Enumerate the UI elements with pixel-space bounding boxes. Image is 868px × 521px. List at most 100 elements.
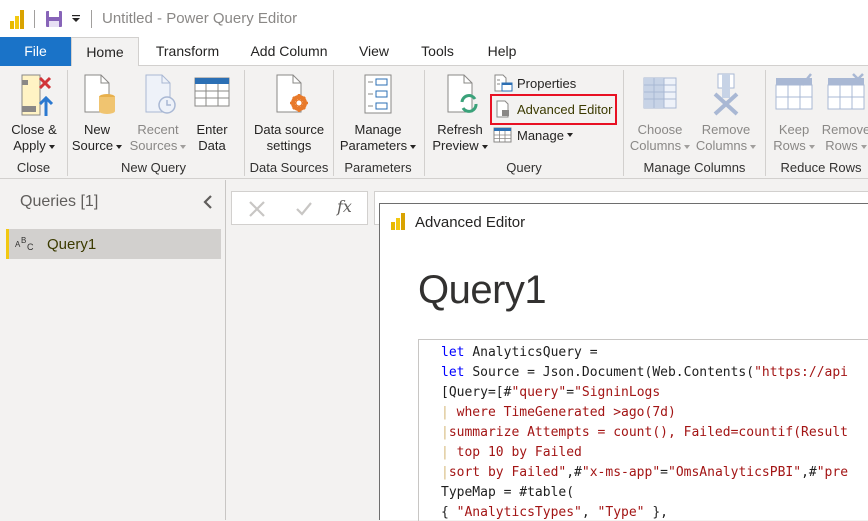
code-text: |summarize Attempts = count(), Failed=co…: [441, 425, 848, 440]
caret-down-icon: [481, 144, 488, 149]
power-bi-logo-icon: [10, 9, 24, 29]
query-name: Query1: [47, 235, 97, 253]
queries-pane: Queries [1] A B C Query1: [0, 180, 226, 520]
enter-data-icon: [194, 77, 230, 107]
close-apply-button[interactable]: Close & Apply: [4, 70, 64, 154]
tab-tools[interactable]: Tools: [410, 37, 465, 66]
advanced-editor-highlight: [490, 94, 617, 125]
ribbon-group-data-sources: Data source settings Data Sources: [245, 66, 333, 179]
caret-down-icon: [860, 144, 867, 149]
manage-parameters-icon: [364, 74, 392, 114]
new-source-label-2: Source: [71, 138, 114, 153]
new-source-button[interactable]: New Source: [70, 70, 124, 154]
close-apply-label-2: Apply: [13, 138, 46, 153]
power-bi-logo-icon: [391, 212, 405, 230]
fx-icon[interactable]: fx: [337, 197, 355, 216]
remove-columns-button[interactable]: Remove Columns: [694, 70, 758, 154]
customize-quick-access-icon[interactable]: [71, 14, 81, 24]
window-title: Untitled - Power Query Editor: [102, 10, 298, 27]
enter-data-button[interactable]: Enter Data: [190, 70, 234, 154]
code-text: |sort by Failed",#"x-ms-app"="OmsAnalyti…: [441, 465, 849, 480]
remove-rows-label-2: Rows: [825, 138, 858, 153]
caret-down-icon: [684, 144, 691, 149]
new-source-label: New: [83, 122, 110, 137]
ribbon-group-parameters: Manage Parameters Parameters: [334, 66, 422, 179]
choose-columns-icon: [643, 77, 677, 109]
manage-table-icon: [493, 127, 512, 143]
data-source-settings-button[interactable]: Data source settings: [247, 70, 331, 154]
cancel-x-icon[interactable]: [248, 200, 266, 218]
save-icon[interactable]: [45, 10, 63, 28]
properties-label: Properties: [517, 75, 577, 91]
caret-down-icon: [180, 144, 187, 149]
tab-file[interactable]: File: [0, 37, 71, 66]
code-line: |summarize Attempts = count(), Failed=co…: [441, 423, 848, 443]
remove-columns-label: Remove: [701, 122, 751, 137]
recent-sources-label: Recent: [137, 122, 179, 137]
manage-parameters-button[interactable]: Manage Parameters: [336, 70, 420, 154]
ribbon-group-new-query: New Source Recent Sources Enter Data New…: [68, 66, 239, 179]
manage-label: Manage: [517, 127, 564, 143]
code-text: | top 10 by Failed: [441, 445, 582, 460]
ribbon: Close & Apply Close New Source Recent So…: [0, 66, 868, 179]
query-heading: Query1: [418, 268, 547, 312]
commit-check-icon[interactable]: [295, 200, 313, 218]
choose-columns-button[interactable]: Choose Columns: [628, 70, 692, 154]
tab-view[interactable]: View: [345, 37, 403, 66]
properties-icon: [494, 74, 513, 92]
keep-rows-icon: [775, 73, 813, 110]
group-label-new-query: New Query: [120, 160, 187, 175]
caret-down-icon: [48, 144, 55, 149]
group-label-manage-columns: Manage Columns: [643, 160, 746, 175]
refresh-preview-button[interactable]: Refresh Preview: [431, 70, 489, 154]
refresh-preview-icon: [447, 74, 478, 113]
enter-data-label: Enter: [196, 122, 228, 137]
refresh-preview-label-2: Preview: [432, 138, 479, 153]
properties-button[interactable]: Properties: [493, 72, 576, 94]
manage-parameters-label-2: Parameters: [339, 138, 408, 153]
queries-pane-title: Queries [1]: [20, 193, 99, 210]
abc-text-icon: A B C: [15, 236, 34, 252]
code-line: | top 10 by Failed: [441, 443, 582, 463]
divider: [34, 9, 35, 28]
recent-sources-label-2: Sources: [129, 138, 178, 153]
keyword-let: let: [441, 345, 465, 360]
code-text: [Query=[#"query"="SigninLogs: [441, 385, 661, 400]
choose-columns-label-2: Columns: [629, 138, 682, 153]
remove-rows-icon: [827, 73, 865, 110]
data-source-settings-label: Data source: [253, 122, 325, 137]
code-line: let Source = Json.Document(Web.Contents(…: [441, 363, 848, 383]
group-label-close: Close: [16, 160, 51, 175]
remove-columns-icon: [713, 73, 739, 116]
remove-rows-button[interactable]: Remove Rows: [820, 70, 868, 154]
code-line: TypeMap = #table(: [441, 483, 574, 503]
manage-button[interactable]: Manage: [493, 124, 573, 146]
tab-home[interactable]: Home: [71, 37, 139, 67]
query-list-item[interactable]: A B C Query1: [6, 229, 221, 259]
code-editor[interactable]: let AnalyticsQuery = let Source = Json.D…: [418, 339, 868, 521]
caret-down-icon: [116, 144, 123, 149]
recent-sources-button[interactable]: Recent Sources: [128, 70, 188, 154]
code-line: [Query=[#"query"="SigninLogs: [441, 383, 660, 403]
caret-down-icon: [750, 144, 757, 149]
svg-text:C: C: [27, 242, 34, 252]
collapse-chevron-left-icon[interactable]: [201, 194, 215, 210]
ribbon-group-reduce-rows: Keep Rows Remove Rows Reduce Rows: [766, 66, 868, 179]
tab-help[interactable]: Help: [476, 37, 528, 66]
keep-rows-button[interactable]: Keep Rows: [768, 70, 820, 154]
tab-add-column[interactable]: Add Column: [240, 37, 338, 66]
code-line: | where TimeGenerated >ago(7d): [441, 403, 676, 423]
close-apply-label: Close &: [11, 122, 57, 137]
title-bar: Untitled - Power Query Editor: [0, 0, 868, 37]
group-label-data-sources: Data Sources: [249, 160, 329, 175]
formula-bar-controls: fx: [231, 191, 368, 225]
code-text: { "AnalyticsTypes", "Type" },: [441, 505, 668, 520]
group-label-parameters: Parameters: [344, 160, 412, 175]
refresh-preview-label: Refresh: [437, 122, 483, 137]
tab-transform[interactable]: Transform: [145, 37, 230, 66]
remove-columns-label-2: Columns: [695, 138, 748, 153]
keep-rows-label-2: Rows: [773, 138, 806, 153]
data-source-settings-label-2: settings: [266, 138, 312, 153]
keep-rows-label: Keep: [778, 122, 810, 137]
code-text: Source = Json.Document(Web.Contents("htt…: [472, 365, 848, 380]
